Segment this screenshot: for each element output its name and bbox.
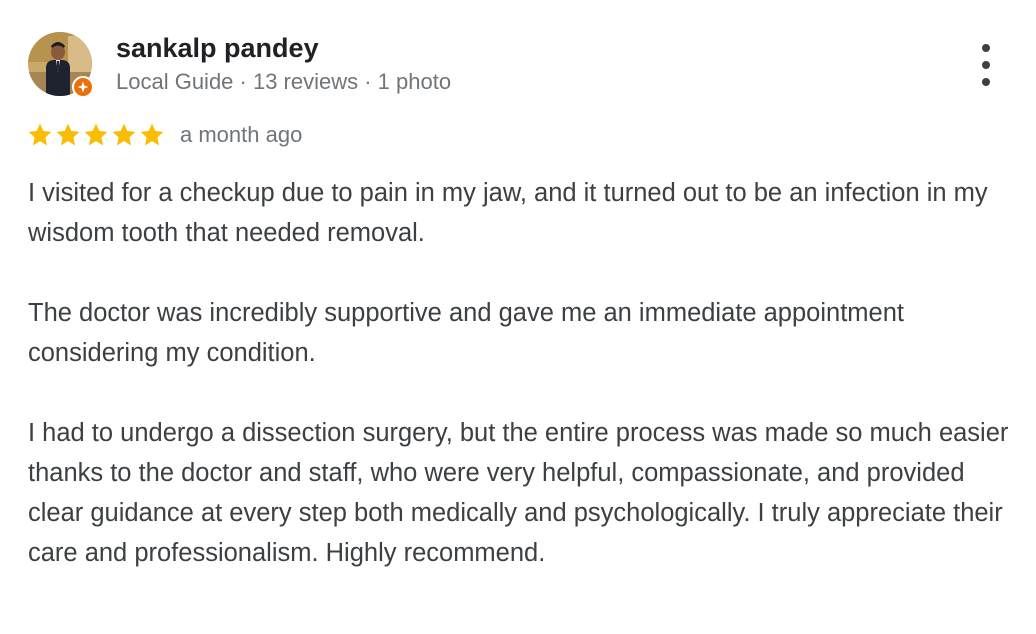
review-paragraph: The doctor was incredibly supportive and… bbox=[28, 299, 904, 367]
more-vertical-icon bbox=[982, 44, 990, 52]
review-date: a month ago bbox=[180, 122, 303, 147]
star-icon bbox=[112, 123, 136, 146]
review-paragraph: I visited for a checkup due to pain in m… bbox=[28, 179, 988, 247]
more-options-button[interactable] bbox=[970, 44, 1002, 86]
more-vertical-icon bbox=[982, 61, 990, 69]
star-rating bbox=[26, 119, 166, 151]
star-icon bbox=[84, 123, 108, 146]
star-icon bbox=[140, 123, 164, 146]
star-icon bbox=[56, 123, 80, 146]
reviewer-name[interactable]: sankalp pandey bbox=[116, 33, 319, 64]
review-text: I visited for a checkup due to pain in m… bbox=[28, 173, 1018, 573]
review-card: sankalp pandey Local Guide · 13 reviews … bbox=[0, 0, 1036, 634]
reviewer-meta[interactable]: Local Guide · 13 reviews · 1 photo bbox=[116, 69, 451, 95]
reviewer-avatar[interactable] bbox=[28, 32, 94, 98]
review-paragraph: I had to undergo a dissection surgery, b… bbox=[28, 419, 1009, 567]
rating-row: a month ago bbox=[26, 119, 302, 151]
more-vertical-icon bbox=[982, 78, 990, 86]
star-icon bbox=[28, 123, 52, 146]
local-guide-star-icon bbox=[77, 81, 89, 93]
local-guide-badge bbox=[72, 76, 94, 98]
